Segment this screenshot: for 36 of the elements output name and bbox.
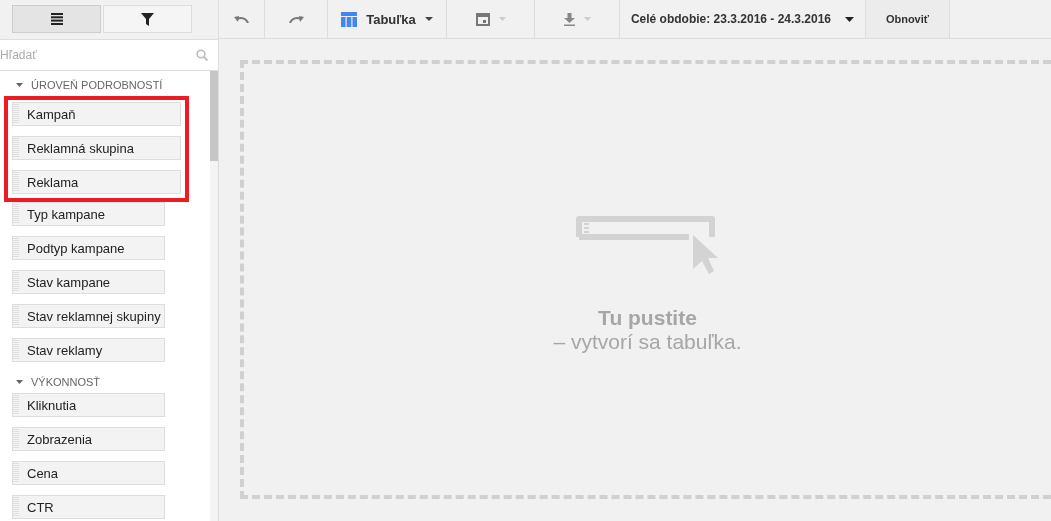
field-chip[interactable]: Typ kampane: [12, 202, 165, 226]
undo-icon: [234, 15, 249, 23]
field-chip[interactable]: Stav reklamy: [12, 338, 165, 362]
drop-zone-title: Tu pustite: [598, 305, 697, 330]
caret-icon: [498, 17, 506, 21]
redo-icon: [288, 15, 304, 23]
list-icon: [50, 13, 63, 25]
table-icon: [341, 11, 358, 27]
field-chip[interactable]: Stav reklamnej skupiny: [12, 304, 165, 328]
filter-tab[interactable]: [103, 5, 192, 33]
drop-zone-hint: – vytvorí sa tabuľka.: [553, 329, 742, 354]
field-chip[interactable]: Reklama: [12, 170, 181, 194]
field-chip[interactable]: Stav kampane: [12, 270, 165, 294]
search-field[interactable]: Hľadať: [0, 41, 196, 69]
refresh-button[interactable]: Obnoviť: [866, 0, 950, 38]
table-drop-icon: [575, 215, 720, 276]
calendar-icon: [475, 12, 490, 26]
caret-icon[interactable]: [16, 380, 23, 384]
filter-icon: [141, 12, 154, 26]
field-chip[interactable]: CTR: [12, 495, 165, 519]
field-chip[interactable]: Zobrazenia: [12, 427, 165, 451]
scrollbar-thumb[interactable]: [210, 71, 218, 161]
caret-icon[interactable]: [16, 83, 23, 87]
field-chip[interactable]: Kliknutia: [12, 393, 165, 417]
search-icon: [196, 49, 208, 61]
field-chip[interactable]: Reklamná skupina: [12, 136, 181, 160]
field-chip[interactable]: Podtyp kampane: [12, 236, 165, 260]
list-view-tab[interactable]: [12, 5, 101, 33]
field-chip[interactable]: Cena: [12, 461, 165, 485]
caret-icon: [424, 17, 433, 21]
caret-icon: [845, 16, 855, 22]
section-heading: ÚROVEŇ PODROBNOSTÍ: [31, 79, 163, 91]
caret-icon: [583, 17, 591, 21]
download-icon: [563, 12, 575, 26]
field-chip[interactable]: Kampaň: [12, 102, 181, 126]
section-heading: VÝKONNOSŤ: [31, 376, 101, 388]
